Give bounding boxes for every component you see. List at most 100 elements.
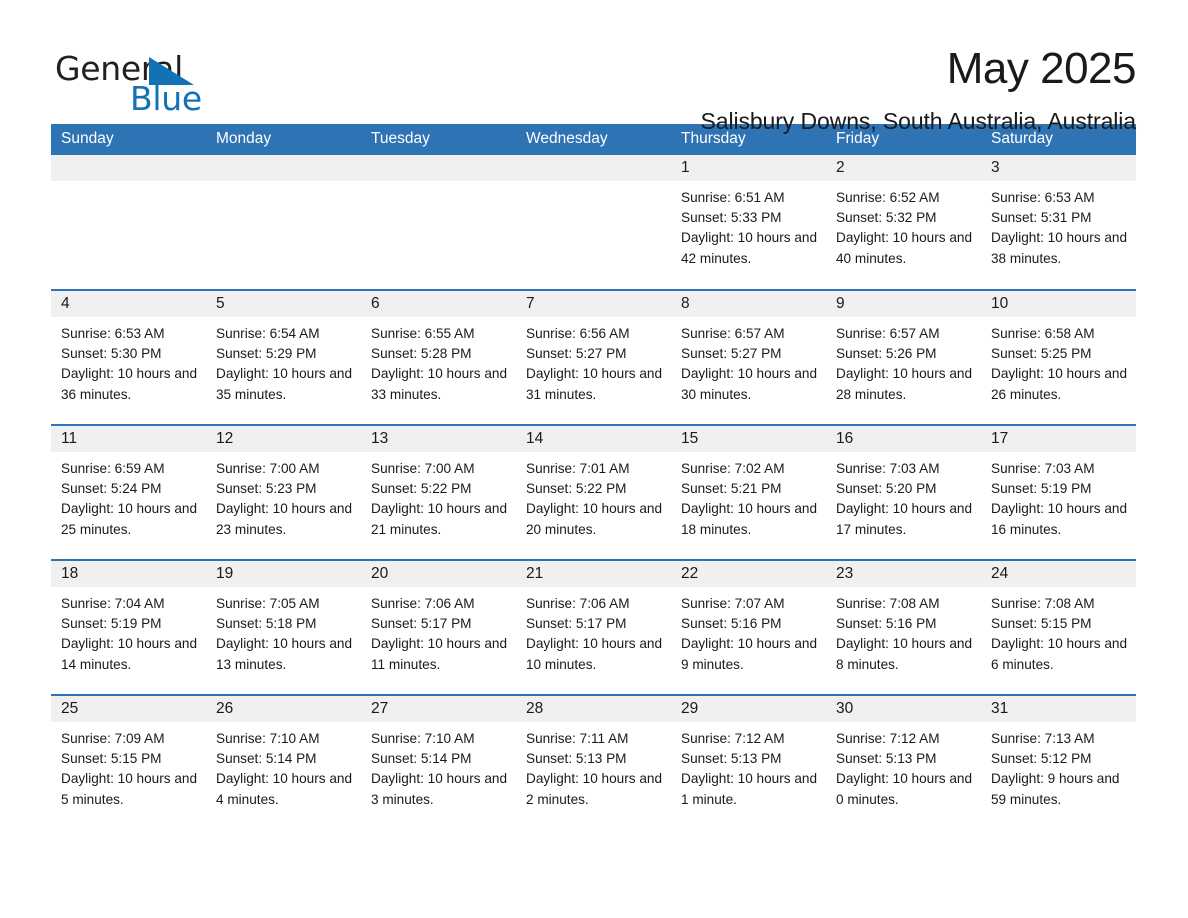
sunset-text: Sunset: 5:32 PM (836, 210, 937, 226)
calendar-week-row: 18 Sunrise: 7:04 AM Sunset: 5:19 PM Dayligh… (51, 559, 1136, 695)
daylight-text: Daylight: 10 hours and 9 minutes. (681, 636, 818, 672)
day-details: Sunrise: 7:09 AM Sunset: 5:15 PM Daylight:… (51, 722, 206, 810)
weekday-header-tuesday: Tuesday (361, 124, 516, 155)
calendar-day-cell[interactable]: 8 Sunrise: 6:57 AM Sunset: 5:27 PM Daylight… (671, 289, 826, 425)
day-number (206, 155, 361, 181)
calendar-day-cell[interactable]: 24 Sunrise: 7:08 AM Sunset: 5:15 PM Dayligh… (981, 559, 1136, 695)
daylight-text: Daylight: 10 hours and 2 minutes. (526, 771, 663, 807)
calendar-day-cell[interactable]: 21 Sunrise: 7:06 AM Sunset: 5:17 PM Dayligh… (516, 559, 671, 695)
daylight-text: Daylight: 10 hours and 40 minutes. (836, 230, 973, 266)
calendar-day-cell[interactable]: 7 Sunrise: 6:56 AM Sunset: 5:27 PM Daylight… (516, 289, 671, 425)
sunrise-text: Sunrise: 7:02 AM (681, 461, 785, 476)
daylight-text: Daylight: 10 hours and 33 minutes. (371, 366, 508, 402)
sunrise-text: Sunrise: 6:59 AM (61, 461, 165, 476)
sunrise-text: Sunrise: 6:53 AM (991, 190, 1095, 205)
calendar-day-cell[interactable]: 28 Sunrise: 7:11 AM Sunset: 5:13 PM Dayligh… (516, 694, 671, 830)
calendar-day-cell[interactable]: 18 Sunrise: 7:04 AM Sunset: 5:19 PM Dayligh… (51, 559, 206, 695)
sunset-text: Sunset: 5:24 PM (61, 481, 162, 497)
day-number: 22 (671, 561, 826, 587)
daylight-text: Daylight: 10 hours and 3 minutes. (371, 771, 508, 807)
calendar-day-cell[interactable]: 29 Sunrise: 7:12 AM Sunset: 5:13 PM Dayligh… (671, 694, 826, 830)
calendar-week-row: 1 Sunrise: 6:51 AM Sunset: 5:33 PM Daylight… (51, 155, 1136, 290)
calendar-day-cell[interactable]: 25 Sunrise: 7:09 AM Sunset: 5:15 PM Dayligh… (51, 694, 206, 830)
day-details: Sunrise: 7:10 AM Sunset: 5:14 PM Daylight:… (361, 722, 516, 810)
day-details: Sunrise: 7:03 AM Sunset: 5:19 PM Daylight:… (981, 452, 1136, 540)
sunrise-text: Sunrise: 7:00 AM (371, 461, 475, 476)
sunset-text: Sunset: 5:27 PM (526, 346, 627, 362)
calendar-day-cell[interactable]: 5 Sunrise: 6:54 AM Sunset: 5:29 PM Daylight… (206, 289, 361, 425)
day-details: Sunrise: 7:08 AM Sunset: 5:16 PM Daylight:… (826, 587, 981, 675)
calendar-day-cell[interactable]: 17 Sunrise: 7:03 AM Sunset: 5:19 PM Dayligh… (981, 424, 1136, 560)
calendar-day-cell[interactable]: 30 Sunrise: 7:12 AM Sunset: 5:13 PM Dayligh… (826, 694, 981, 830)
day-number: 8 (671, 291, 826, 317)
day-details: Sunrise: 6:57 AM Sunset: 5:26 PM Daylight:… (826, 317, 981, 405)
sunset-text: Sunset: 5:13 PM (681, 751, 782, 767)
calendar-day-cell[interactable]: 3 Sunrise: 6:53 AM Sunset: 5:31 PM Daylight… (981, 155, 1136, 290)
sunrise-text: Sunrise: 7:13 AM (991, 731, 1095, 746)
sunset-text: Sunset: 5:22 PM (371, 481, 472, 497)
daylight-text: Daylight: 10 hours and 11 minutes. (371, 636, 508, 672)
calendar-day-cell[interactable]: 26 Sunrise: 7:10 AM Sunset: 5:14 PM Dayligh… (206, 694, 361, 830)
day-number: 6 (361, 291, 516, 317)
day-details: Sunrise: 6:54 AM Sunset: 5:29 PM Daylight:… (206, 317, 361, 405)
daylight-text: Daylight: 10 hours and 21 minutes. (371, 501, 508, 537)
day-number: 30 (826, 696, 981, 722)
day-details: Sunrise: 7:01 AM Sunset: 5:22 PM Daylight:… (516, 452, 671, 540)
day-number: 27 (361, 696, 516, 722)
day-number: 4 (51, 291, 206, 317)
calendar-day-cell[interactable]: 12 Sunrise: 7:00 AM Sunset: 5:23 PM Dayligh… (206, 424, 361, 560)
calendar-day-cell[interactable]: 4 Sunrise: 6:53 AM Sunset: 5:30 PM Daylight… (51, 289, 206, 425)
day-number: 7 (516, 291, 671, 317)
location-subtitle: Salisbury Downs, South Australia, Austra… (700, 108, 1137, 135)
sunset-text: Sunset: 5:27 PM (681, 346, 782, 362)
sunset-text: Sunset: 5:19 PM (991, 481, 1092, 497)
calendar-day-cell[interactable]: 19 Sunrise: 7:05 AM Sunset: 5:18 PM Dayligh… (206, 559, 361, 695)
daylight-text: Daylight: 10 hours and 23 minutes. (216, 501, 353, 537)
calendar-cell-empty (361, 155, 516, 290)
sunrise-text: Sunrise: 6:52 AM (836, 190, 940, 205)
sunset-text: Sunset: 5:13 PM (836, 751, 937, 767)
calendar-day-cell[interactable]: 23 Sunrise: 7:08 AM Sunset: 5:16 PM Dayligh… (826, 559, 981, 695)
day-details: Sunrise: 6:52 AM Sunset: 5:32 PM Daylight:… (826, 181, 981, 269)
sunrise-text: Sunrise: 7:09 AM (61, 731, 165, 746)
calendar-week-row: 25 Sunrise: 7:09 AM Sunset: 5:15 PM Dayligh… (51, 694, 1136, 830)
daylight-text: Daylight: 10 hours and 17 minutes. (836, 501, 973, 537)
sunset-text: Sunset: 5:14 PM (216, 751, 317, 767)
sunrise-text: Sunrise: 7:08 AM (991, 596, 1095, 611)
day-details: Sunrise: 7:00 AM Sunset: 5:23 PM Daylight:… (206, 452, 361, 540)
daylight-text: Daylight: 10 hours and 5 minutes. (61, 771, 198, 807)
calendar-day-cell[interactable]: 10 Sunrise: 6:58 AM Sunset: 5:25 PM Dayligh… (981, 289, 1136, 425)
sunset-text: Sunset: 5:13 PM (526, 751, 627, 767)
sunset-text: Sunset: 5:22 PM (526, 481, 627, 497)
calendar-day-cell[interactable]: 9 Sunrise: 6:57 AM Sunset: 5:26 PM Daylight… (826, 289, 981, 425)
calendar-body: 1 Sunrise: 6:51 AM Sunset: 5:33 PM Daylight… (51, 155, 1136, 830)
daylight-text: Daylight: 10 hours and 28 minutes. (836, 366, 973, 402)
daylight-text: Daylight: 10 hours and 4 minutes. (216, 771, 353, 807)
calendar-day-cell[interactable]: 16 Sunrise: 7:03 AM Sunset: 5:20 PM Dayligh… (826, 424, 981, 560)
daylight-text: Daylight: 10 hours and 30 minutes. (681, 366, 818, 402)
calendar-day-cell[interactable]: 27 Sunrise: 7:10 AM Sunset: 5:14 PM Dayligh… (361, 694, 516, 830)
daylight-text: Daylight: 10 hours and 0 minutes. (836, 771, 973, 807)
daylight-text: Daylight: 10 hours and 35 minutes. (216, 366, 353, 402)
calendar-day-cell[interactable]: 31 Sunrise: 7:13 AM Sunset: 5:12 PM Dayligh… (981, 694, 1136, 830)
sunrise-text: Sunrise: 7:04 AM (61, 596, 165, 611)
sunset-text: Sunset: 5:16 PM (836, 616, 937, 632)
day-number: 2 (826, 155, 981, 181)
calendar-day-cell[interactable]: 6 Sunrise: 6:55 AM Sunset: 5:28 PM Daylight… (361, 289, 516, 425)
calendar-day-cell[interactable]: 14 Sunrise: 7:01 AM Sunset: 5:22 PM Dayligh… (516, 424, 671, 560)
calendar-day-cell[interactable]: 20 Sunrise: 7:06 AM Sunset: 5:17 PM Dayligh… (361, 559, 516, 695)
calendar-day-cell[interactable]: 13 Sunrise: 7:00 AM Sunset: 5:22 PM Dayligh… (361, 424, 516, 560)
daylight-text: Daylight: 10 hours and 1 minute. (681, 771, 818, 807)
calendar-day-cell[interactable]: 2 Sunrise: 6:52 AM Sunset: 5:32 PM Daylight… (826, 155, 981, 290)
calendar-day-cell[interactable]: 22 Sunrise: 7:07 AM Sunset: 5:16 PM Dayligh… (671, 559, 826, 695)
calendar-day-cell[interactable]: 1 Sunrise: 6:51 AM Sunset: 5:33 PM Daylight… (671, 155, 826, 290)
day-details: Sunrise: 7:10 AM Sunset: 5:14 PM Daylight:… (206, 722, 361, 810)
sunrise-text: Sunrise: 7:12 AM (836, 731, 940, 746)
calendar-day-cell[interactable]: 15 Sunrise: 7:02 AM Sunset: 5:21 PM Dayligh… (671, 424, 826, 560)
calendar-day-cell[interactable]: 11 Sunrise: 6:59 AM Sunset: 5:24 PM Dayligh… (51, 424, 206, 560)
page-header: General Blue May 2025 Salisbury Downs, S… (0, 0, 1188, 134)
sunrise-text: Sunrise: 7:10 AM (216, 731, 320, 746)
sunrise-text: Sunrise: 7:00 AM (216, 461, 320, 476)
sunset-text: Sunset: 5:18 PM (216, 616, 317, 632)
calendar-cell-empty (51, 155, 206, 290)
